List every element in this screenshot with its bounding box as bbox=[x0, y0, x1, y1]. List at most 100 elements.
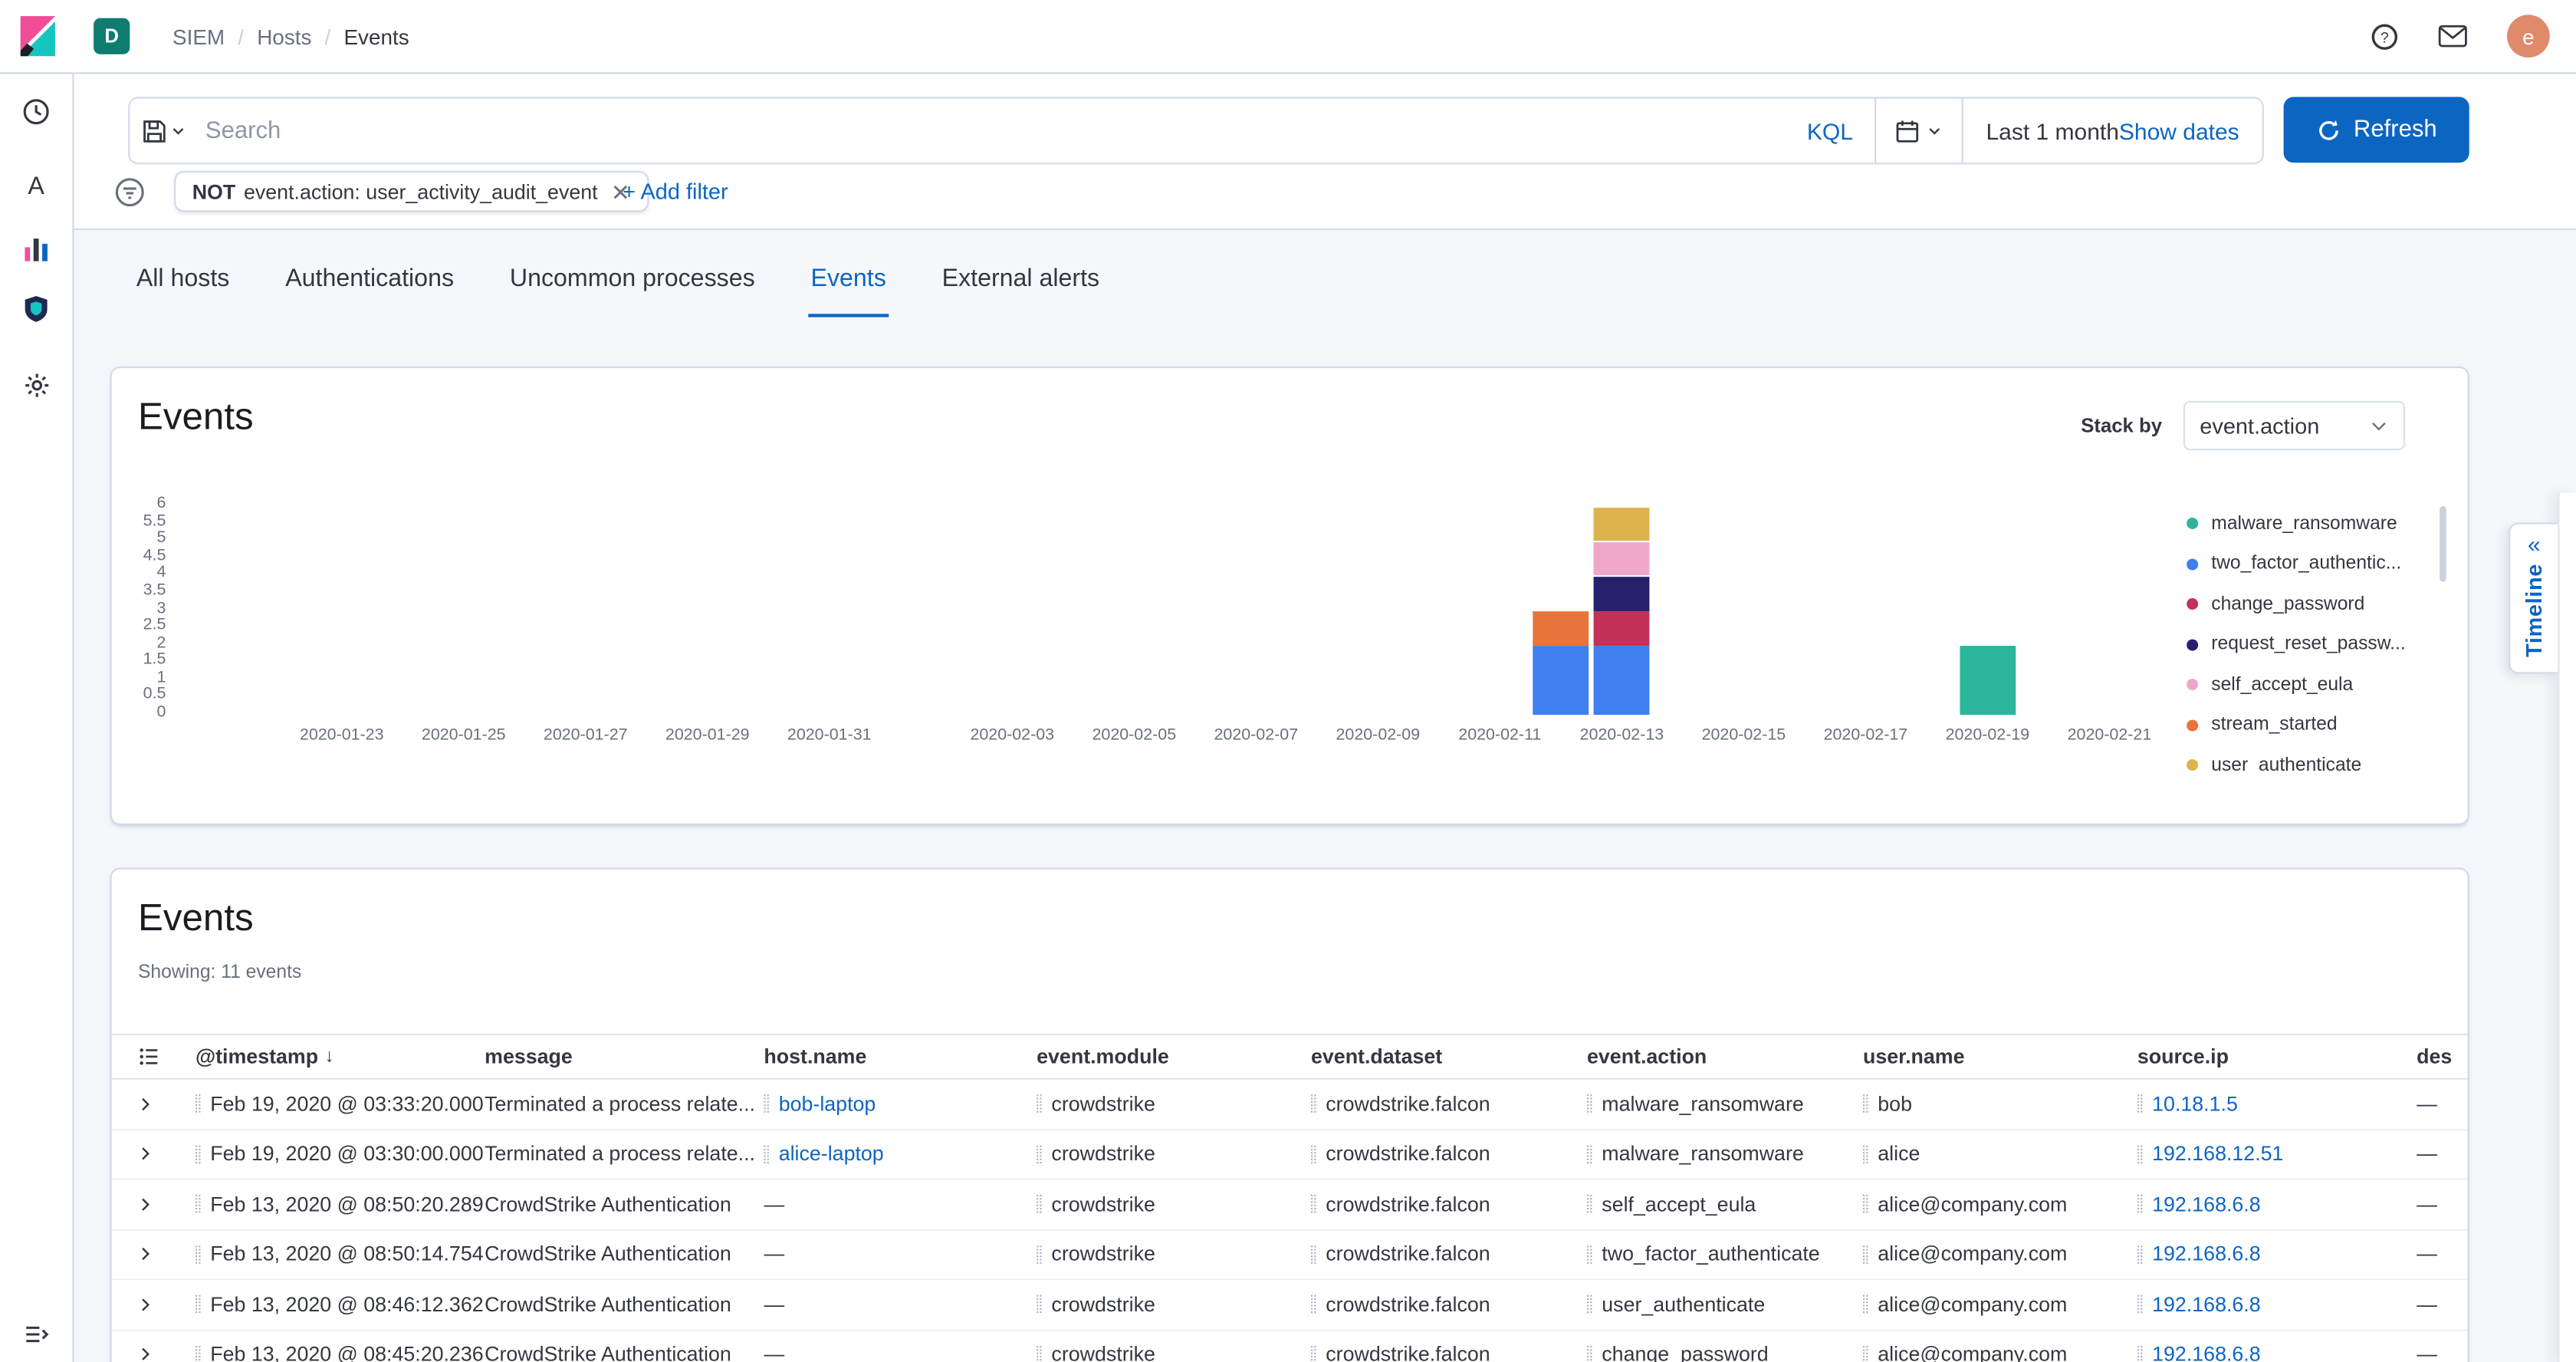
bar-segment-malware_ransomware[interactable] bbox=[1960, 646, 2016, 715]
cell-value-source_ip[interactable]: 192.168.6.8 bbox=[2152, 1243, 2261, 1266]
drag-handle-icon[interactable] bbox=[1037, 1195, 1041, 1213]
drag-handle-icon[interactable] bbox=[2137, 1095, 2142, 1114]
tab-external-alerts[interactable]: External alerts bbox=[938, 265, 1102, 317]
saved-query-menu-button[interactable] bbox=[130, 117, 196, 143]
drag-handle-icon[interactable] bbox=[1863, 1195, 1868, 1213]
drag-handle-icon[interactable] bbox=[764, 1145, 768, 1163]
filter-options-icon[interactable] bbox=[115, 177, 145, 207]
column-header-user[interactable]: user.name bbox=[1863, 1045, 2137, 1068]
drag-handle-icon[interactable] bbox=[1587, 1295, 1592, 1314]
drag-handle-icon[interactable] bbox=[196, 1145, 200, 1163]
drag-handle-icon[interactable] bbox=[1587, 1145, 1592, 1163]
bar-segment-two_factor_authenticate[interactable] bbox=[1594, 646, 1650, 715]
legend-item-stream_started[interactable]: stream_started bbox=[2187, 714, 2433, 735]
cell-value-host[interactable]: bob-laptop bbox=[779, 1092, 876, 1115]
drag-handle-icon[interactable] bbox=[1037, 1345, 1041, 1362]
refresh-button[interactable]: Refresh bbox=[2284, 97, 2469, 163]
stack-by-select[interactable]: event.action bbox=[2183, 401, 2405, 450]
search-input[interactable] bbox=[196, 117, 1786, 143]
kql-syntax-button[interactable]: KQL bbox=[1786, 117, 1875, 143]
drag-handle-icon[interactable] bbox=[2137, 1245, 2142, 1264]
user-avatar[interactable]: e bbox=[2507, 15, 2550, 58]
analytics-app-icon[interactable] bbox=[21, 233, 51, 263]
cell-value-source_ip[interactable]: 192.168.6.8 bbox=[2152, 1193, 2261, 1216]
drag-handle-icon[interactable] bbox=[1587, 1095, 1592, 1114]
tab-all-hosts[interactable]: All hosts bbox=[133, 265, 233, 317]
drag-handle-icon[interactable] bbox=[1037, 1295, 1041, 1314]
legend-item-user_authenticate[interactable]: user_authenticate bbox=[2187, 755, 2433, 773]
kibana-logo-icon[interactable] bbox=[16, 15, 59, 58]
expand-row-button[interactable] bbox=[138, 1347, 196, 1362]
expand-row-button[interactable] bbox=[138, 1196, 196, 1212]
expand-row-button[interactable] bbox=[138, 1096, 196, 1112]
expand-row-button[interactable] bbox=[138, 1146, 196, 1162]
tab-events[interactable]: Events bbox=[807, 265, 889, 317]
column-header-module[interactable]: event.module bbox=[1037, 1045, 1311, 1068]
expand-row-button[interactable] bbox=[138, 1296, 196, 1312]
drag-handle-icon[interactable] bbox=[1863, 1295, 1868, 1314]
deployment-badge[interactable]: D bbox=[94, 18, 130, 54]
drag-handle-icon[interactable] bbox=[1037, 1245, 1041, 1264]
bar-segment-change_password[interactable] bbox=[1594, 611, 1650, 645]
drag-handle-icon[interactable] bbox=[1311, 1195, 1316, 1213]
drag-handle-icon[interactable] bbox=[1311, 1095, 1316, 1114]
date-picker-menu-button[interactable] bbox=[1876, 117, 1961, 143]
help-icon[interactable]: ? bbox=[2371, 22, 2398, 50]
drag-handle-icon[interactable] bbox=[1863, 1345, 1868, 1362]
bar-segment-two_factor_authenticate[interactable] bbox=[1533, 646, 1589, 715]
cell-value-source_ip[interactable]: 10.18.1.5 bbox=[2152, 1092, 2238, 1115]
recently-viewed-clock-icon[interactable] bbox=[21, 97, 51, 127]
filter-pill[interactable]: NOT event.action: user_activity_audit_ev… bbox=[174, 171, 648, 212]
breadcrumb-item-hosts[interactable]: Hosts bbox=[257, 24, 311, 48]
column-header-timestamp[interactable]: @timestamp↓ bbox=[196, 1045, 485, 1068]
drag-handle-icon[interactable] bbox=[2137, 1145, 2142, 1163]
drag-handle-icon[interactable] bbox=[1311, 1245, 1316, 1264]
legend-item-malware_ransomware[interactable]: malware_ransomware bbox=[2187, 513, 2433, 535]
column-header-host[interactable]: host.name bbox=[764, 1045, 1037, 1068]
drag-handle-icon[interactable] bbox=[1311, 1295, 1316, 1314]
cell-value-source_ip[interactable]: 192.168.6.8 bbox=[2152, 1343, 2261, 1362]
legend-item-change_password[interactable]: change_password bbox=[2187, 594, 2433, 615]
legend-scrollbar[interactable] bbox=[2440, 506, 2446, 582]
drag-handle-icon[interactable] bbox=[196, 1195, 200, 1213]
drag-handle-icon[interactable] bbox=[1587, 1245, 1592, 1264]
cell-value-source_ip[interactable]: 192.168.12.51 bbox=[2152, 1143, 2283, 1166]
siem-shield-icon[interactable] bbox=[21, 294, 51, 324]
drag-handle-icon[interactable] bbox=[1863, 1145, 1868, 1163]
bar-segment-self_accept_eula[interactable] bbox=[1594, 542, 1650, 576]
legend-item-self_accept_eula[interactable]: self_accept_eula bbox=[2187, 674, 2433, 696]
newsfeed-mail-icon[interactable] bbox=[2438, 25, 2468, 48]
legend-item-request_reset_password[interactable]: request_reset_passw... bbox=[2187, 633, 2433, 655]
column-header-source_ip[interactable]: source.ip bbox=[2137, 1045, 2417, 1068]
management-gear-icon[interactable] bbox=[21, 370, 51, 400]
tab-authentications[interactable]: Authentications bbox=[282, 265, 457, 317]
drag-handle-icon[interactable] bbox=[1863, 1245, 1868, 1264]
add-filter-button[interactable]: + Add filter bbox=[623, 179, 728, 204]
fields-browser-button[interactable] bbox=[138, 1045, 196, 1068]
drag-handle-icon[interactable] bbox=[764, 1095, 768, 1114]
column-header-dataset[interactable]: event.dataset bbox=[1311, 1045, 1587, 1068]
bar-segment-request_reset_password[interactable] bbox=[1594, 577, 1650, 610]
drag-handle-icon[interactable] bbox=[2137, 1295, 2142, 1314]
drag-handle-icon[interactable] bbox=[1037, 1145, 1041, 1163]
drag-handle-icon[interactable] bbox=[2137, 1195, 2142, 1213]
expand-row-button[interactable] bbox=[138, 1246, 196, 1262]
cell-value-host[interactable]: alice-laptop bbox=[779, 1143, 884, 1166]
legend-item-two_factor_authenticate[interactable]: two_factor_authentic... bbox=[2187, 553, 2433, 574]
drag-handle-icon[interactable] bbox=[196, 1095, 200, 1114]
tab-uncommon-processes[interactable]: Uncommon processes bbox=[507, 265, 758, 317]
column-header-action[interactable]: event.action bbox=[1587, 1045, 1863, 1068]
drag-handle-icon[interactable] bbox=[196, 1345, 200, 1362]
drag-handle-icon[interactable] bbox=[1863, 1095, 1868, 1114]
drag-handle-icon[interactable] bbox=[2137, 1345, 2142, 1362]
drag-handle-icon[interactable] bbox=[1311, 1345, 1316, 1362]
bar-segment-stream_started[interactable] bbox=[1533, 611, 1589, 645]
drag-handle-icon[interactable] bbox=[196, 1245, 200, 1264]
timeline-toggle-button[interactable]: « Timeline bbox=[2509, 522, 2558, 673]
column-header-dest[interactable]: des bbox=[2417, 1045, 2469, 1068]
drag-handle-icon[interactable] bbox=[1037, 1095, 1041, 1114]
drag-handle-icon[interactable] bbox=[1587, 1195, 1592, 1213]
app-icon-a[interactable]: A bbox=[21, 171, 51, 201]
bar-segment-user_authenticate[interactable] bbox=[1594, 507, 1650, 541]
column-header-message[interactable]: message bbox=[485, 1045, 764, 1068]
